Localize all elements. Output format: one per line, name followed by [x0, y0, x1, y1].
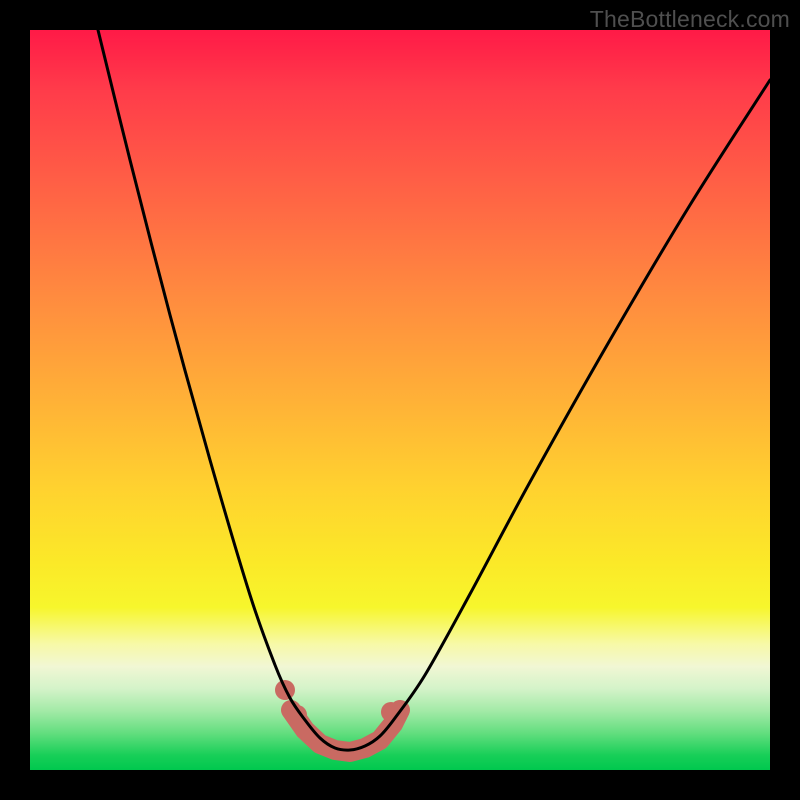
curve-svg — [30, 30, 770, 770]
watermark-text: TheBottleneck.com — [590, 6, 790, 33]
plot-area — [30, 30, 770, 770]
chart-frame: TheBottleneck.com — [0, 0, 800, 800]
trough-marker-group — [275, 680, 401, 752]
bottleneck-curve-path — [98, 30, 770, 750]
